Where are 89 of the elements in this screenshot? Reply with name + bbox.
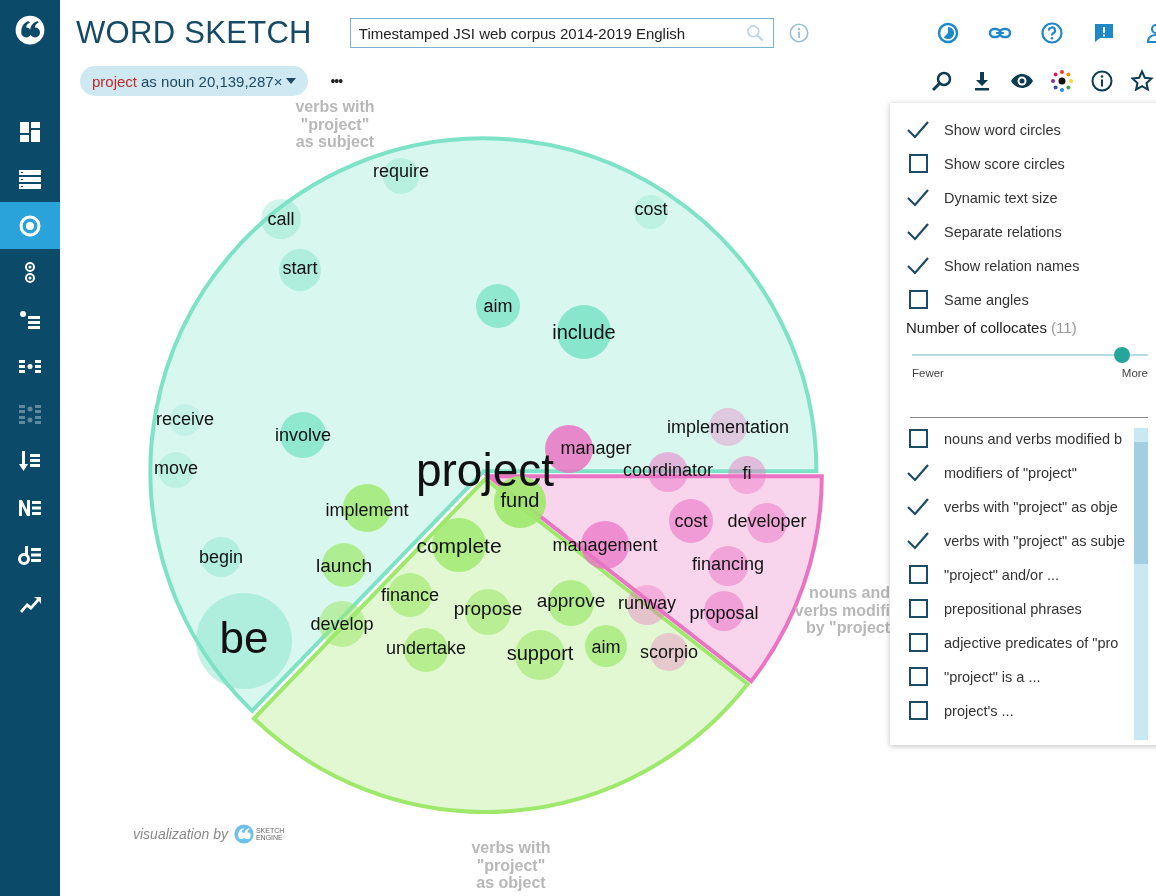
collocate-word[interactable]: receive (156, 409, 214, 429)
word-circle (279, 249, 321, 291)
slider-max-label: More (1121, 367, 1148, 379)
collocate-word[interactable]: be (219, 612, 269, 662)
more-button[interactable]: ••• (330, 73, 343, 89)
option-label[interactable]: verbs with "project" as obje (944, 499, 1118, 515)
collocate-word[interactable]: complete (416, 533, 502, 557)
target-icon (18, 213, 42, 238)
option-label[interactable]: Dynamic text size (944, 190, 1058, 206)
caret-icon (286, 78, 297, 84)
query-chip[interactable]: project as noun 20,139,287× (80, 66, 309, 96)
pie-chart-icon[interactable] (936, 21, 960, 45)
checkbox[interactable] (906, 427, 930, 451)
word-circle (261, 199, 301, 239)
color-dots-icon[interactable] (1050, 69, 1074, 93)
relation-label: verbs with "project" as object (471, 839, 551, 891)
collocate-word[interactable]: management (552, 535, 658, 555)
collocate-word[interactable]: developer (727, 511, 807, 531)
collocates-label: Number of collocates (11) (906, 319, 1078, 336)
checkbox[interactable] (906, 152, 930, 176)
relation-label: nouns and verbs modifi by "project (794, 584, 890, 636)
collocate-word[interactable]: implement (325, 500, 409, 520)
option-label[interactable]: Show word circles (944, 122, 1061, 138)
collocate-word[interactable]: finance (381, 585, 439, 605)
slider-thumb[interactable] (1114, 347, 1131, 363)
option-label[interactable]: Separate relations (944, 224, 1062, 240)
collocate-word[interactable]: involve (275, 425, 331, 445)
collocate-word[interactable]: proposal (689, 603, 759, 623)
checkbox[interactable] (906, 699, 930, 723)
option-label[interactable]: Same angles (944, 292, 1029, 308)
info-icon[interactable] (1090, 69, 1114, 93)
credit-text: visualization by (133, 826, 228, 842)
collocate-word[interactable]: implementation (666, 417, 790, 437)
page-title: WORD SKETCH (76, 15, 312, 51)
collocate-word[interactable]: begin (199, 547, 243, 567)
collocate-word[interactable]: coordinator (622, 460, 714, 480)
zoom-icon[interactable] (930, 69, 954, 93)
option-label[interactable]: Show score circles (944, 156, 1065, 172)
option-label[interactable]: project's ... (944, 703, 1014, 719)
collocate-word[interactable]: support (506, 642, 574, 664)
option-label[interactable]: "project" is a ... (944, 669, 1041, 685)
word-circle (201, 537, 241, 577)
collocate-word[interactable]: cost (634, 199, 668, 219)
logo-icon[interactable] (15, 15, 45, 45)
slider-min-label: Fewer (912, 367, 944, 379)
collocate-word[interactable]: include (552, 321, 616, 343)
collocate-word[interactable]: propose (453, 597, 523, 619)
star-icon[interactable] (1130, 69, 1154, 93)
option-label[interactable]: modifiers of "project" (944, 465, 1077, 481)
option-label[interactable]: verbs with "project" as subje (944, 533, 1126, 549)
collocate-word[interactable]: call (267, 209, 295, 229)
checkbox[interactable] (906, 288, 930, 312)
collocate-word[interactable]: approve (536, 589, 606, 611)
collocate-word[interactable]: move (154, 458, 198, 478)
collocate-word[interactable]: start (282, 258, 318, 278)
collocate-word[interactable]: financing (691, 554, 765, 574)
word-circle (585, 625, 627, 667)
option-label[interactable]: Show relation names (944, 258, 1080, 274)
search-icon (744, 23, 765, 43)
collocate-word[interactable]: require (373, 161, 429, 181)
option-label[interactable]: adjective predicates of "pro (944, 635, 1119, 651)
word-circle (728, 456, 766, 494)
collocate-word[interactable]: manager (560, 438, 632, 458)
scrollbar[interactable] (1134, 428, 1148, 740)
corpus-search-field[interactable]: Timestamped JSI web corpus 2014-2019 English (349, 18, 774, 48)
feedback-icon[interactable] (1092, 21, 1116, 45)
relation-label: verbs with "project" as subject (295, 98, 375, 150)
word-circle (669, 499, 713, 543)
option-label[interactable]: prepositional phrases (944, 601, 1082, 617)
collocate-word[interactable]: fi (742, 463, 752, 483)
checkbox[interactable] (906, 563, 930, 587)
down-arrow-list-icon (18, 448, 42, 473)
dashboard-icon (18, 119, 42, 144)
collocate-word[interactable]: aim (591, 637, 621, 657)
checkbox[interactable] (906, 597, 930, 621)
collocate-word[interactable]: undertake (385, 638, 467, 658)
checkbox[interactable] (906, 665, 930, 689)
help-icon[interactable] (1040, 21, 1064, 45)
option-label[interactable]: nouns and verbs modified b (944, 431, 1123, 447)
word-circle (634, 195, 668, 229)
collocate-word[interactable]: develop (310, 614, 374, 634)
collocate-word[interactable]: cost (674, 511, 708, 531)
checkbox[interactable] (906, 631, 930, 655)
option-label[interactable]: "project" and/or ... (944, 567, 1060, 583)
collocate-word[interactable]: launch (316, 554, 372, 576)
word-circle (476, 284, 520, 328)
collocate-word[interactable]: aim (483, 296, 513, 316)
collocate-word[interactable]: runway (618, 593, 676, 613)
collocate-word[interactable]: scorpio (640, 642, 698, 662)
